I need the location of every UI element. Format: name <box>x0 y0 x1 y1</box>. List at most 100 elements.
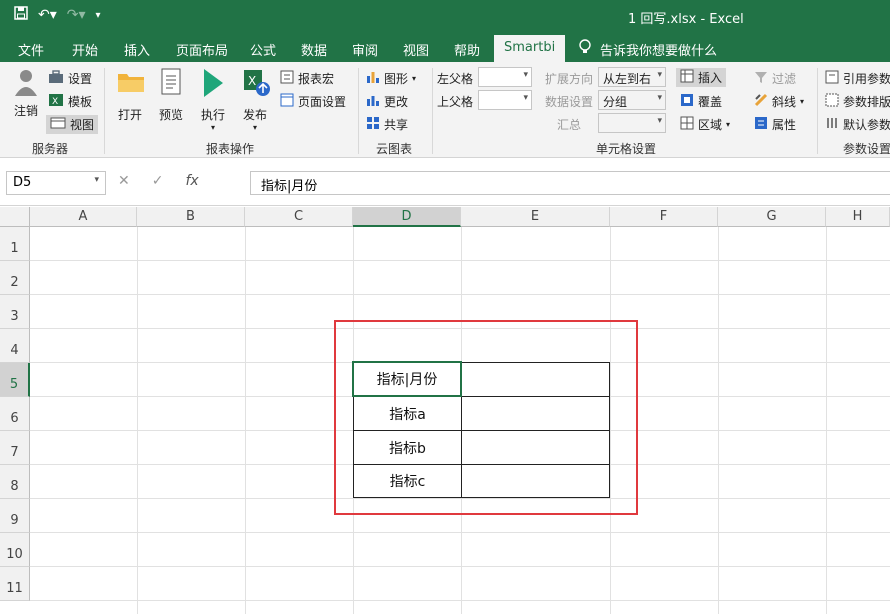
cancel-icon[interactable]: ✕ <box>118 173 130 189</box>
customize-qat-icon[interactable]: ▾ <box>96 10 101 21</box>
tell-me-box[interactable]: 告诉我你想要做什么 <box>578 39 717 59</box>
column-header-b[interactable]: B <box>137 207 245 227</box>
user-icon <box>13 68 39 96</box>
param-layout-button[interactable]: 参数排版 <box>825 93 890 110</box>
publish-excel-icon: X <box>242 68 270 96</box>
insert-mode-button[interactable]: 插入 <box>676 68 727 87</box>
tab-file[interactable]: 文件 <box>18 40 44 59</box>
publish-button[interactable]: X 发布 ▾ <box>237 68 273 132</box>
window-title: 1 回写.xlsx - Excel <box>628 12 744 27</box>
column-header-a[interactable]: A <box>30 207 137 227</box>
chevron-down-icon: ▾ <box>412 74 417 83</box>
data-setting-select[interactable]: 分组 <box>598 90 666 110</box>
tab-formulas[interactable]: 公式 <box>250 40 276 59</box>
view-icon <box>50 116 66 133</box>
excel-template-icon: X <box>48 93 64 110</box>
tab-smartbi[interactable]: Smartbi <box>494 35 566 62</box>
template-button[interactable]: X 模板 <box>48 93 92 110</box>
row-header-10[interactable]: 10 <box>0 533 30 567</box>
tab-home[interactable]: 开始 <box>72 40 98 59</box>
play-icon <box>200 68 226 97</box>
grid-line <box>30 600 890 601</box>
bar-chart-icon <box>366 70 380 87</box>
ribbon-smartbi: 注销 设置 X 模板 视图 服务器 打开 预览 执行 ▾ X 发布 ▾ 报表宏 … <box>0 62 890 158</box>
save-icon[interactable] <box>14 6 28 24</box>
execute-button[interactable]: 执行 ▾ <box>195 68 231 132</box>
share-button[interactable]: 共享 <box>366 116 408 133</box>
row-header-5[interactable]: 5 <box>0 363 30 397</box>
grid-line <box>30 260 890 261</box>
tab-data[interactable]: 数据 <box>301 40 327 59</box>
region-button[interactable]: 区域 ▾ <box>680 116 730 133</box>
ref-params-button[interactable]: 引用参数 <box>825 70 890 87</box>
column-header-d[interactable]: D <box>353 207 461 227</box>
change-chart-icon <box>366 93 380 110</box>
group-label-cloud-chart: 云图表 <box>376 142 413 156</box>
tab-review[interactable]: 审阅 <box>352 40 378 59</box>
row-header-7[interactable]: 7 <box>0 431 30 465</box>
undo-icon[interactable]: ↶▾ <box>38 7 57 23</box>
row-header-11[interactable]: 11 <box>0 567 30 601</box>
data-setting-label: 数据设置 <box>545 95 594 109</box>
expand-direction-label: 扩展方向 <box>545 72 594 86</box>
change-button[interactable]: 更改 <box>366 93 408 110</box>
folder-icon <box>117 68 144 94</box>
column-header-c[interactable]: C <box>245 207 353 227</box>
view-button[interactable]: 视图 <box>46 115 99 134</box>
confirm-icon[interactable]: ✓ <box>152 173 164 189</box>
summary-label: 汇总 <box>557 118 582 132</box>
group-separator <box>104 68 105 154</box>
diagonal-button[interactable]: 斜线 ▾ <box>754 93 804 110</box>
cover-mode-button[interactable]: 覆盖 <box>680 93 722 110</box>
report-macro-button[interactable]: 报表宏 <box>280 70 334 87</box>
formula-buttons: ✕ ✓ fx <box>118 173 199 189</box>
left-parent-select[interactable] <box>478 67 532 87</box>
row-header-4[interactable]: 4 <box>0 329 30 363</box>
redo-icon[interactable]: ↷▾ <box>67 7 86 23</box>
property-button[interactable]: 属性 <box>754 116 796 133</box>
expand-direction-select[interactable]: 从左到右 <box>598 67 666 87</box>
page-setup-button[interactable]: 页面设置 <box>280 93 346 110</box>
grid-line <box>30 532 890 533</box>
ref-params-icon <box>825 70 839 87</box>
column-header-h[interactable]: H <box>826 207 890 227</box>
logout-button[interactable]: 注销 <box>8 68 44 119</box>
name-box[interactable]: D5 <box>6 171 106 195</box>
macro-icon <box>280 70 294 87</box>
group-label-cell-settings: 单元格设置 <box>596 142 657 156</box>
param-layout-icon <box>825 93 839 110</box>
tab-help[interactable]: 帮助 <box>454 40 480 59</box>
filter-button[interactable]: 过滤 <box>754 70 796 87</box>
grid-line <box>718 227 719 614</box>
tab-page-layout[interactable]: 页面布局 <box>176 40 228 59</box>
tab-view[interactable]: 视图 <box>403 40 429 59</box>
row-header-8[interactable]: 8 <box>0 465 30 499</box>
default-params-button[interactable]: 默认参数 <box>825 116 890 133</box>
cover-icon <box>680 93 694 110</box>
column-header-e[interactable]: E <box>461 207 610 227</box>
svg-text:X: X <box>248 74 256 88</box>
preview-button[interactable]: 预览 <box>153 68 189 123</box>
tab-insert[interactable]: 插入 <box>124 40 150 59</box>
formula-input[interactable]: 指标|月份 <box>250 171 890 195</box>
row-header-1[interactable]: 1 <box>0 227 30 261</box>
chart-button[interactable]: 图形 ▾ <box>366 70 416 87</box>
row-header-2[interactable]: 2 <box>0 261 30 295</box>
group-label-server: 服务器 <box>32 142 69 156</box>
row-header-3[interactable]: 3 <box>0 295 30 329</box>
open-button[interactable]: 打开 <box>112 68 148 123</box>
top-parent-select[interactable] <box>478 90 532 110</box>
settings-button[interactable]: 设置 <box>48 70 92 87</box>
select-all-corner[interactable] <box>0 207 30 227</box>
share-icon <box>366 116 380 133</box>
row-header-6[interactable]: 6 <box>0 397 30 431</box>
default-params-icon <box>825 116 839 133</box>
group-separator <box>432 68 433 154</box>
column-header-f[interactable]: F <box>610 207 718 227</box>
lightbulb-icon <box>578 39 592 59</box>
column-header-g[interactable]: G <box>718 207 826 227</box>
row-header-9[interactable]: 9 <box>0 499 30 533</box>
summary-select[interactable] <box>598 113 666 133</box>
grid-line <box>30 294 890 295</box>
insert-function-icon[interactable]: fx <box>185 173 198 189</box>
